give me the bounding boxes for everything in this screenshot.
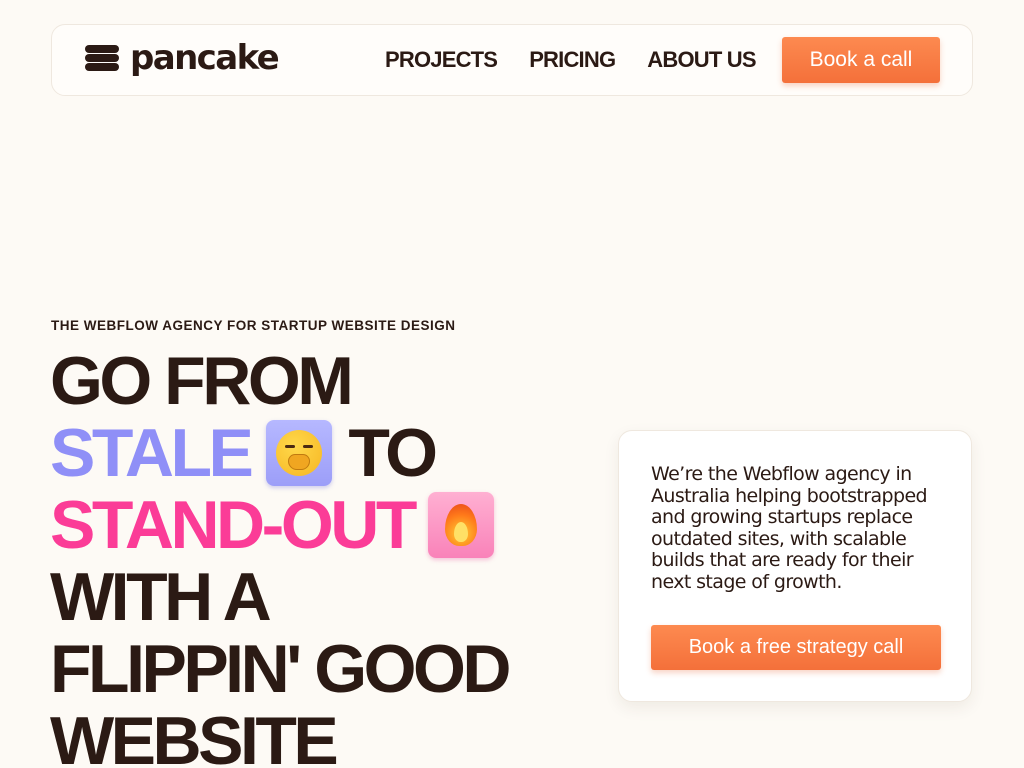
brand-logo[interactable]: pancake [85, 38, 280, 78]
headline-to: TO [348, 415, 438, 491]
intro-card: We’re the Webflow agency in Australia he… [618, 430, 972, 702]
headline-line-4: WITH A [50, 561, 610, 633]
headline-line-2: STALE TO [50, 417, 610, 489]
headline-stale: STALE [50, 415, 254, 491]
headline-line-6: WEBSITE [50, 705, 610, 768]
hero-headline: GO FROM STALE TO STAND-OUT WITH A FLIPPI… [50, 345, 610, 768]
brand-name: pancake [130, 38, 280, 78]
nav-link-pricing[interactable]: PRICING [529, 47, 616, 73]
intro-text: We’re the Webflow agency in Australia he… [651, 463, 928, 593]
headline-line-3: STAND-OUT [50, 489, 610, 561]
book-a-call-button[interactable]: Book a call [782, 37, 940, 83]
top-nav: pancake PROJECTS PRICING ABOUT US Book a… [51, 24, 973, 96]
nav-links: PROJECTS PRICING ABOUT US [385, 47, 788, 73]
nav-link-about-us[interactable]: ABOUT US [647, 47, 756, 73]
headline-website: WEBSITE [50, 703, 339, 768]
book-strategy-call-button[interactable]: Book a free strategy call [651, 625, 941, 670]
headline-with-a: WITH A [50, 559, 272, 635]
pancake-stack-icon [85, 43, 119, 73]
headline-flippin-good: FLIPPIN' GOOD [50, 631, 512, 707]
headline-line-1: GO FROM [50, 345, 610, 417]
headline-line-5: FLIPPIN' GOOD [50, 633, 610, 705]
nav-link-projects[interactable]: PROJECTS [385, 47, 498, 73]
fire-icon [427, 492, 494, 558]
hero-eyebrow: THE WEBFLOW AGENCY FOR STARTUP WEBSITE D… [51, 318, 456, 333]
headline-go-from: GO FROM [50, 343, 354, 419]
page: pancake PROJECTS PRICING ABOUT US Book a… [0, 0, 1024, 768]
yawning-face-icon [266, 420, 333, 486]
headline-standout: STAND-OUT [50, 487, 417, 563]
